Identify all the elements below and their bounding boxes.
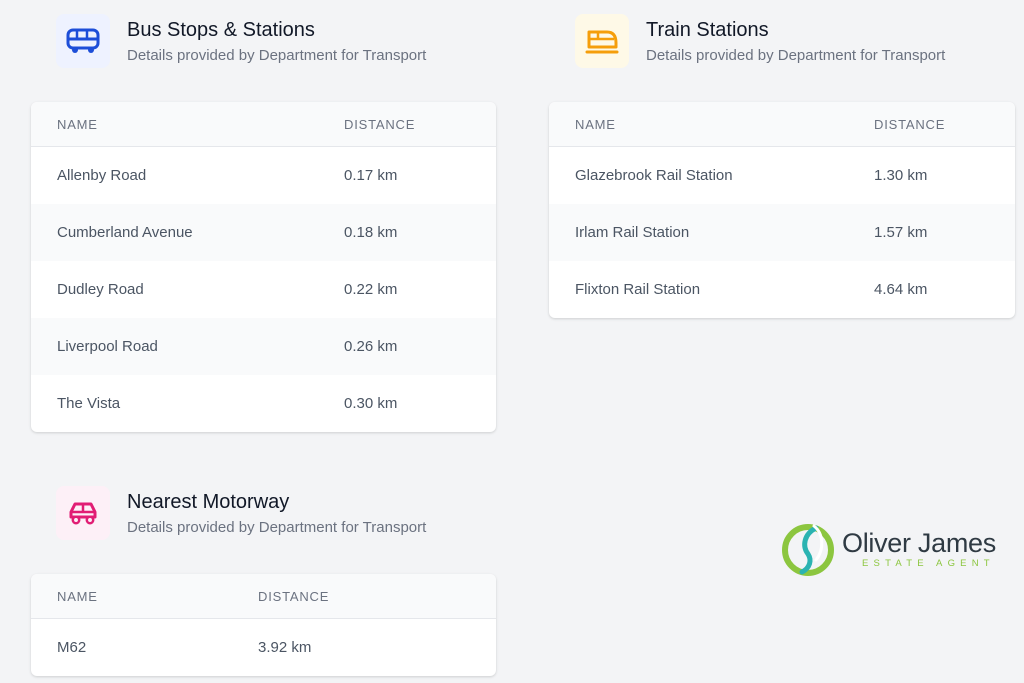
table-header: NAME DISTANCE — [31, 574, 496, 619]
station-distance: 1.57 km — [874, 224, 928, 241]
stop-name: Cumberland Avenue — [57, 224, 193, 241]
column-header-distance: DISTANCE — [258, 588, 330, 604]
train-icon-box — [575, 14, 629, 68]
stop-name: Allenby Road — [57, 167, 147, 184]
train-icon — [585, 30, 619, 54]
stop-name: Liverpool Road — [57, 338, 158, 355]
train-section-header: Train Stations Details provided by Depar… — [575, 14, 945, 68]
train-stations-table: NAME DISTANCE Glazebrook Rail Station 1.… — [549, 102, 1015, 318]
bus-section-header: Bus Stops & Stations Details provided by… — [56, 14, 426, 68]
table-row: Cumberland Avenue 0.18 km — [31, 204, 496, 261]
stop-distance: 0.26 km — [344, 338, 398, 355]
bus-stops-table: NAME DISTANCE Allenby Road 0.17 km Cumbe… — [31, 102, 496, 432]
train-section-title: Train Stations — [646, 19, 769, 41]
table-header: NAME DISTANCE — [31, 102, 496, 147]
transport-page: Bus Stops & Stations Details provided by… — [0, 0, 1024, 683]
column-header-distance: DISTANCE — [874, 116, 946, 132]
train-section-subtitle: Details provided by Department for Trans… — [646, 47, 946, 64]
motorway-table: NAME DISTANCE M62 3.92 km — [31, 574, 496, 676]
table-row: Glazebrook Rail Station 1.30 km — [549, 147, 1015, 204]
stop-distance: 0.22 km — [344, 281, 398, 298]
bus-icon-box — [56, 14, 110, 68]
bus-icon — [66, 28, 100, 53]
station-name: Flixton Rail Station — [575, 281, 701, 298]
column-header-name: NAME — [57, 116, 98, 132]
table-row: Liverpool Road 0.26 km — [31, 318, 496, 375]
stop-distance: 0.18 km — [344, 224, 398, 241]
station-name: Glazebrook Rail Station — [575, 167, 733, 184]
station-distance: 4.64 km — [874, 281, 928, 298]
motorway-section-subtitle: Details provided by Department for Trans… — [127, 519, 427, 536]
logo-name: Oliver James — [842, 528, 996, 558]
logo-mark-icon — [782, 524, 834, 576]
column-header-name: NAME — [57, 588, 98, 604]
table-row: Irlam Rail Station 1.57 km — [549, 204, 1015, 261]
motorway-section-title: Nearest Motorway — [127, 491, 290, 513]
stop-distance: 0.30 km — [344, 395, 398, 412]
table-row: Allenby Road 0.17 km — [31, 147, 496, 204]
car-icon-box — [56, 486, 110, 540]
oliver-james-logo: Oliver James ESTATE AGENT — [780, 520, 996, 578]
motorway-section-header: Nearest Motorway Details provided by Dep… — [56, 486, 426, 540]
station-distance: 1.30 km — [874, 167, 928, 184]
column-header-distance: DISTANCE — [344, 116, 416, 132]
stop-distance: 0.17 km — [344, 167, 398, 184]
column-header-name: NAME — [575, 116, 616, 132]
station-name: Irlam Rail Station — [575, 224, 690, 241]
motorway-distance: 3.92 km — [258, 639, 312, 656]
bus-section-title: Bus Stops & Stations — [127, 19, 315, 41]
stop-name: Dudley Road — [57, 281, 144, 298]
motorway-name: M62 — [57, 639, 87, 656]
table-row: The Vista 0.30 km — [31, 375, 496, 432]
table-row: Flixton Rail Station 4.64 km — [549, 261, 1015, 318]
bus-section-subtitle: Details provided by Department for Trans… — [127, 47, 427, 64]
stop-name: The Vista — [57, 395, 121, 412]
table-header: NAME DISTANCE — [549, 102, 1015, 147]
table-row: Dudley Road 0.22 km — [31, 261, 496, 318]
car-icon — [69, 502, 97, 525]
logo-tagline: ESTATE AGENT — [862, 558, 995, 569]
table-row: M62 3.92 km — [31, 619, 496, 676]
